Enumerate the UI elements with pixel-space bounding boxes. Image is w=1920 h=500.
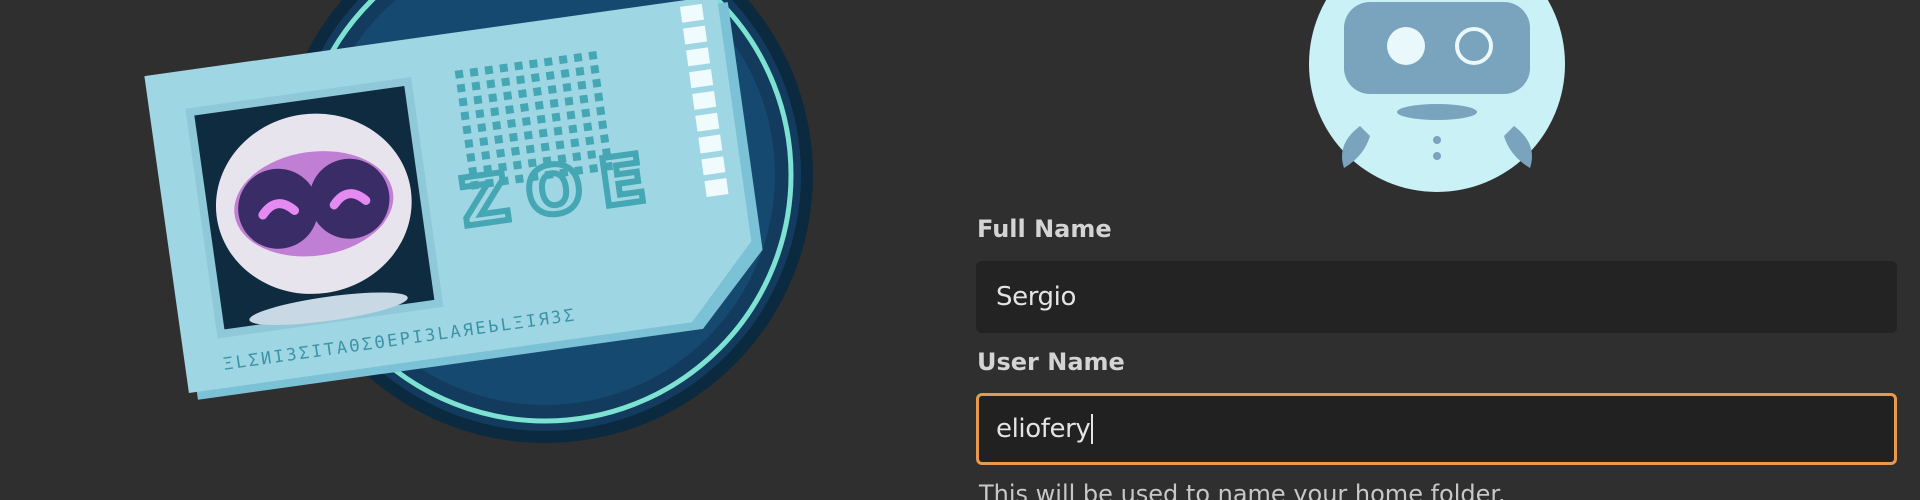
grid-dot: [454, 69, 464, 79]
grid-dot: [525, 144, 535, 154]
grid-dot: [560, 68, 570, 79]
full-name-label: Full Name: [977, 215, 1112, 243]
grid-dot: [505, 105, 515, 115]
grid-dot: [510, 146, 520, 156]
user-name-input[interactable]: eliofery: [976, 393, 1897, 465]
user-name-value: eliofery: [996, 414, 1091, 444]
grid-dot: [532, 87, 542, 97]
grid-dot: [558, 55, 568, 65]
user-account-form: Full Name Sergio User Name eliofery This…: [976, 212, 1900, 500]
user-name-label: User Name: [977, 348, 1125, 376]
grid-dot: [484, 65, 494, 75]
grid-dot: [460, 111, 470, 121]
grid-dot: [521, 116, 531, 126]
avatar: [1306, 0, 1568, 192]
grid-dot: [471, 81, 481, 91]
grid-dot: [564, 96, 574, 106]
grid-dot: [456, 83, 466, 93]
grid-dot: [583, 122, 593, 132]
full-name-value: Sergio: [996, 282, 1076, 312]
grid-dot: [492, 121, 502, 131]
grid-dot: [486, 79, 496, 89]
grid-dot: [577, 80, 587, 90]
grid-dot: [592, 78, 602, 88]
grid-dot: [549, 98, 559, 108]
user-name-hint: This will be used to name your home fold…: [979, 480, 1506, 500]
grid-dot: [473, 95, 483, 105]
grid-dot: [590, 64, 600, 74]
grid-dot: [543, 57, 553, 67]
grid-dot: [594, 92, 604, 102]
grid-dot: [547, 84, 557, 94]
grid-dot: [477, 123, 487, 133]
grid-dot: [496, 148, 506, 158]
grid-dot: [494, 134, 504, 144]
grid-dot: [530, 73, 540, 83]
grid-dot: [458, 97, 468, 107]
full-name-group: Full Name Sergio: [976, 212, 1900, 333]
grid-dot: [488, 93, 498, 103]
grid-dot: [553, 126, 563, 136]
id-badge-illustration: ZOE ΞLΣИΙЗΣΙΤΑΘΣΘΕРΙЗLΑЯΕЬLΞΙЯЗΣ: [140, 0, 860, 500]
grid-dot: [503, 91, 513, 101]
grid-dot: [545, 71, 555, 81]
grid-dot: [519, 102, 529, 113]
grid-dot: [585, 136, 595, 146]
grid-dot: [570, 138, 580, 148]
grid-dot: [596, 106, 606, 116]
grid-dot: [507, 118, 517, 128]
grid-dot: [479, 136, 489, 147]
grid-dot: [501, 77, 511, 87]
grid-dot: [464, 139, 474, 149]
full-name-input[interactable]: Sergio: [976, 261, 1897, 333]
grid-dot: [568, 124, 578, 134]
grid-dot: [555, 140, 565, 150]
grid-dot: [469, 67, 479, 77]
grid-dot: [517, 89, 528, 99]
grid-dot: [466, 152, 476, 162]
grid-dot: [538, 128, 548, 138]
grid-dot: [588, 50, 598, 60]
text-caret: [1091, 414, 1094, 444]
grid-dot: [562, 82, 572, 92]
grid-dot: [499, 63, 509, 73]
grid-dot: [516, 75, 526, 85]
grid-dot: [528, 59, 538, 69]
grid-dot: [481, 150, 491, 160]
grid-dot: [579, 94, 589, 104]
grid-dot: [536, 114, 546, 124]
grid-dot: [600, 134, 610, 144]
grid-dot: [573, 53, 583, 63]
grid-dot: [551, 112, 561, 122]
grid-dot: [581, 108, 591, 118]
user-setup-screen: ZOE ΞLΣИΙЗΣΙΤΑΘΣΘΕРΙЗLΑЯΕЬLΞΙЯЗΣ Full Na…: [0, 0, 1920, 500]
grid-dot: [490, 107, 500, 117]
grid-dot: [540, 142, 550, 152]
grid-dot: [514, 61, 524, 71]
grid-dot: [462, 125, 472, 135]
grid-dot: [566, 110, 576, 120]
grid-dot: [598, 120, 608, 130]
user-name-group: User Name eliofery This will be used to …: [976, 345, 1900, 500]
grid-dot: [475, 109, 485, 119]
grid-dot: [523, 130, 533, 140]
grid-dot: [534, 100, 544, 110]
grid-dot: [508, 132, 519, 142]
grid-dot: [575, 66, 585, 76]
